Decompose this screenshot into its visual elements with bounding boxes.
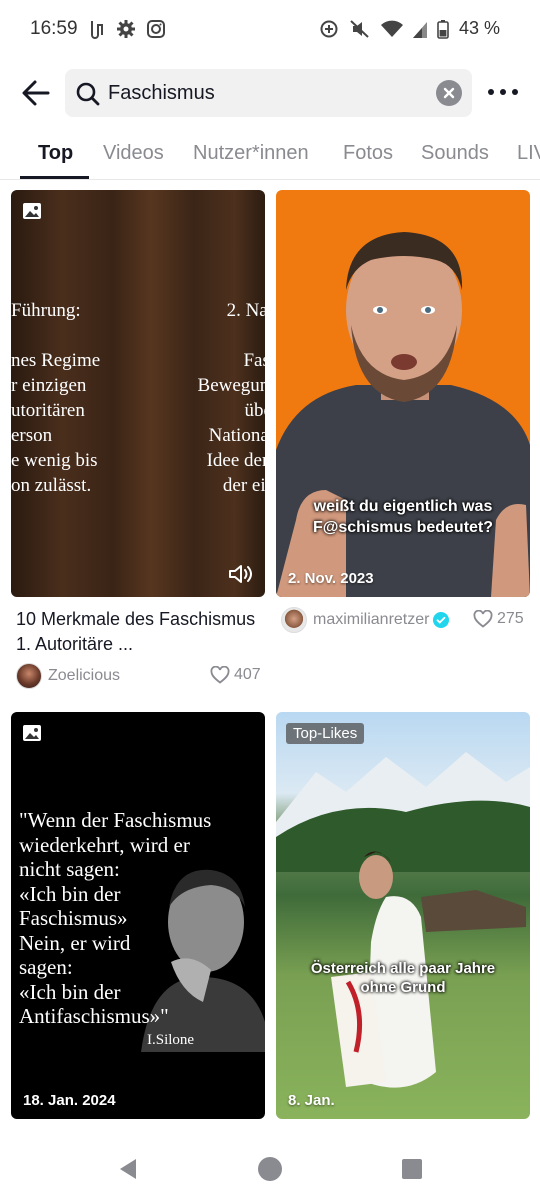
- search-icon: [76, 82, 100, 106]
- top-likes-badge: Top-Likes: [286, 723, 365, 744]
- thumb-right-text: 2. National FaschistiBewegungen b übermä…: [197, 300, 265, 496]
- tab-photos[interactable]: Fotos: [343, 142, 393, 165]
- result-card-4[interactable]: Top-Likes Österreich alle paar Jahre ohn…: [276, 712, 530, 1119]
- avatar: [16, 663, 42, 689]
- home-nav-icon[interactable]: [256, 1155, 284, 1183]
- more-options-icon[interactable]: [486, 80, 520, 104]
- back-arrow-icon[interactable]: [18, 76, 54, 110]
- search-header: Faschismus: [0, 68, 540, 118]
- result-2-author[interactable]: maximilianretzer: [281, 607, 450, 633]
- author-name: Zoelicious: [48, 667, 121, 684]
- result-1-title[interactable]: 10 Merkmale des Faschismus 1. Autoritäre…: [16, 607, 262, 657]
- app-icon: [91, 21, 103, 39]
- heart-icon: [210, 666, 230, 684]
- tab-sounds[interactable]: Sounds: [421, 142, 489, 165]
- tab-live[interactable]: LIV: [517, 142, 540, 165]
- video-caption: Österreich alle paar Jahre ohne Grund: [310, 960, 496, 996]
- battery-icon: [437, 19, 449, 39]
- verified-icon: [433, 612, 450, 628]
- heart-icon: [473, 610, 493, 628]
- battery-percent: 43 %: [458, 18, 500, 38]
- author-name: maximilianretzer: [313, 611, 430, 628]
- result-card-1[interactable]: Führung: nes Regime r einzigen utoritären…: [11, 190, 265, 597]
- post-date: 2. Nov. 2023: [288, 570, 374, 587]
- search-input[interactable]: Faschismus: [65, 69, 472, 117]
- gear-icon: [117, 20, 135, 38]
- sound-icon[interactable]: [228, 563, 254, 585]
- result-1-likes: 407: [210, 666, 261, 684]
- results-tabs: Top Videos Nutzer*innen Fotos Sounds LIV: [0, 130, 540, 180]
- wifi-icon: [380, 20, 403, 37]
- system-nav-bar: [0, 1140, 540, 1200]
- mute-icon: [350, 19, 369, 38]
- post-date: 8. Jan.: [288, 1092, 335, 1109]
- clock: 16:59: [30, 18, 78, 39]
- quote-author: I.Silone: [147, 1032, 195, 1048]
- instagram-icon: [147, 20, 165, 38]
- quote-text: "Wenn der Faschismus wiederkehrt, wird er…: [19, 808, 212, 1028]
- back-nav-icon[interactable]: [116, 1156, 140, 1182]
- tab-videos[interactable]: Videos: [103, 142, 164, 165]
- data-saver-icon: [320, 20, 338, 37]
- recents-nav-icon[interactable]: [400, 1157, 424, 1181]
- search-query[interactable]: Faschismus: [108, 82, 215, 105]
- photo-icon: [23, 203, 41, 219]
- avatar: [281, 607, 307, 633]
- result-card-2[interactable]: weißt du eigentlich was F@schismus bedeu…: [276, 190, 530, 597]
- tab-top[interactable]: Top: [38, 142, 73, 165]
- photo-icon: [23, 725, 41, 741]
- result-2-likes: 275: [473, 610, 524, 628]
- result-1-author[interactable]: Zoelicious: [16, 663, 120, 689]
- thumbnail-landscape: [276, 752, 530, 1088]
- clear-search-icon[interactable]: [436, 80, 462, 106]
- active-tab-indicator: [20, 176, 89, 179]
- post-date: 18. Jan. 2024: [23, 1092, 116, 1109]
- status-bar: 16:59 43 %: [0, 0, 540, 60]
- thumb-left-text: Führung: nes Regime r einzigen utoritären…: [11, 300, 101, 496]
- result-card-3[interactable]: "Wenn der Faschismus wiederkehrt, wird er…: [11, 712, 265, 1119]
- video-caption: weißt du eigentlich was F@schismus bedeu…: [312, 498, 494, 536]
- tab-users[interactable]: Nutzer*innen: [193, 142, 309, 165]
- signal-icon: [412, 21, 427, 38]
